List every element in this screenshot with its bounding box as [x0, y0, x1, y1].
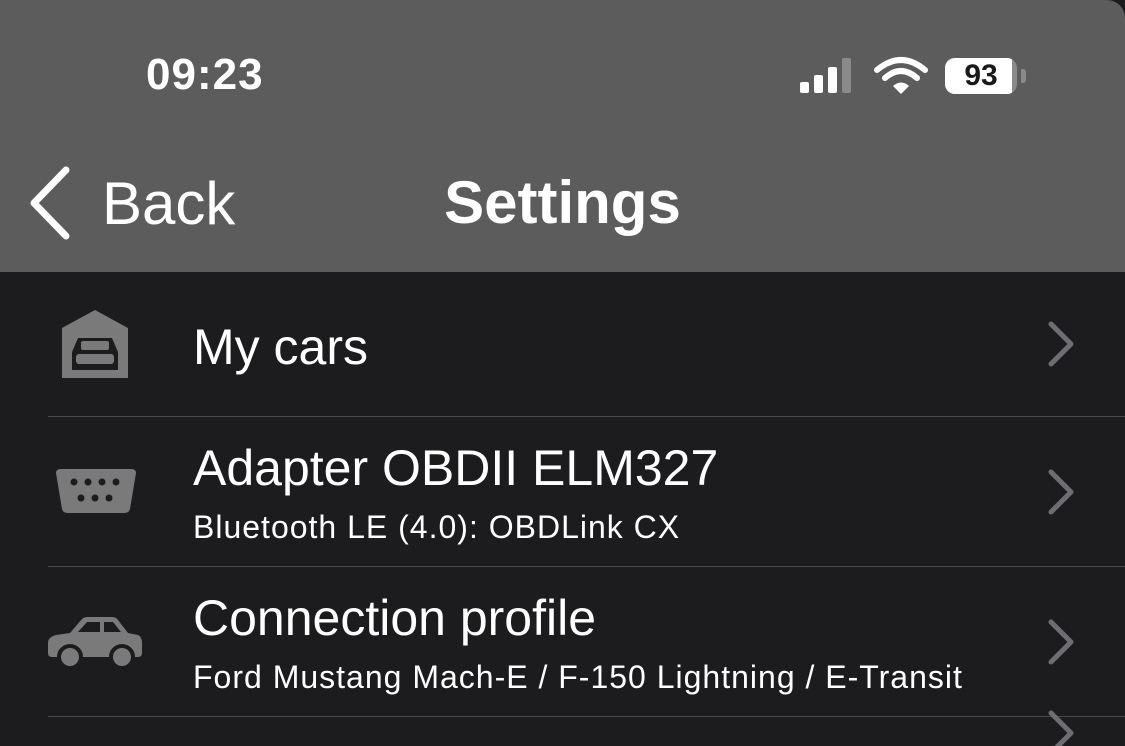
- row-title: Adapter OBDII ELM327: [193, 440, 719, 496]
- settings-screen: 09:23 93 Back Settings My cars Adapter O…: [0, 0, 1125, 746]
- battery-nub: [1021, 69, 1026, 83]
- settings-row-connection-profile[interactable]: Connection profile Ford Mustang Mach-E /…: [0, 567, 1125, 716]
- battery-indicator: 93: [945, 58, 1019, 94]
- status-time: 09:23: [146, 50, 264, 99]
- navigation-header: 09:23 93 Back Settings: [0, 0, 1125, 272]
- obd-connector-icon: [56, 469, 136, 513]
- settings-row-my-cars[interactable]: My cars: [0, 272, 1125, 416]
- row-title: Connection profile: [193, 590, 597, 646]
- garage-car-icon: [62, 310, 128, 378]
- wifi-icon: [874, 57, 928, 94]
- row-subtitle: Ford Mustang Mach-E / F-150 Lightning / …: [193, 659, 963, 695]
- page-title: Settings: [0, 165, 1125, 241]
- settings-row-partial[interactable]: [0, 710, 1125, 746]
- row-title: My cars: [193, 319, 368, 375]
- row-subtitle: Bluetooth LE (4.0): OBDLink CX: [193, 509, 681, 545]
- battery-percent: 93: [964, 59, 998, 92]
- page-title-text: Settings: [444, 169, 681, 236]
- chevron-right-icon: [1048, 619, 1074, 665]
- car-icon: [48, 617, 142, 669]
- chevron-right-icon: [1048, 710, 1074, 746]
- battery-body: 93: [945, 58, 1017, 94]
- cellular-signal-icon: [800, 58, 851, 93]
- chevron-right-icon: [1048, 469, 1074, 515]
- chevron-right-icon: [1048, 321, 1074, 367]
- settings-row-adapter[interactable]: Adapter OBDII ELM327 Bluetooth LE (4.0):…: [0, 417, 1125, 566]
